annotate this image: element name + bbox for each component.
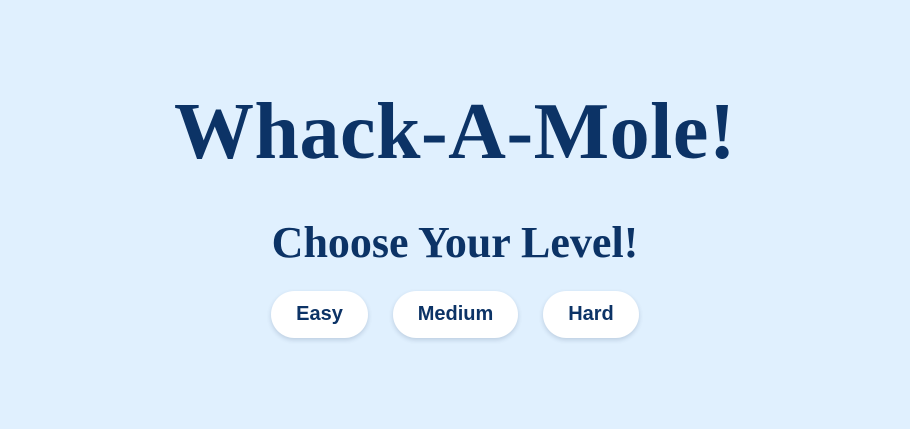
- game-title: Whack-A-Mole!: [174, 88, 736, 176]
- level-select-screen: Whack-A-Mole! Choose Your Level! Easy Me…: [0, 0, 910, 429]
- easy-level-button[interactable]: Easy: [271, 291, 368, 338]
- medium-level-button[interactable]: Medium: [393, 291, 518, 338]
- level-prompt: Choose Your Level!: [271, 218, 639, 267]
- hard-level-button[interactable]: Hard: [543, 291, 639, 338]
- level-button-group: Easy Medium Hard: [0, 291, 910, 338]
